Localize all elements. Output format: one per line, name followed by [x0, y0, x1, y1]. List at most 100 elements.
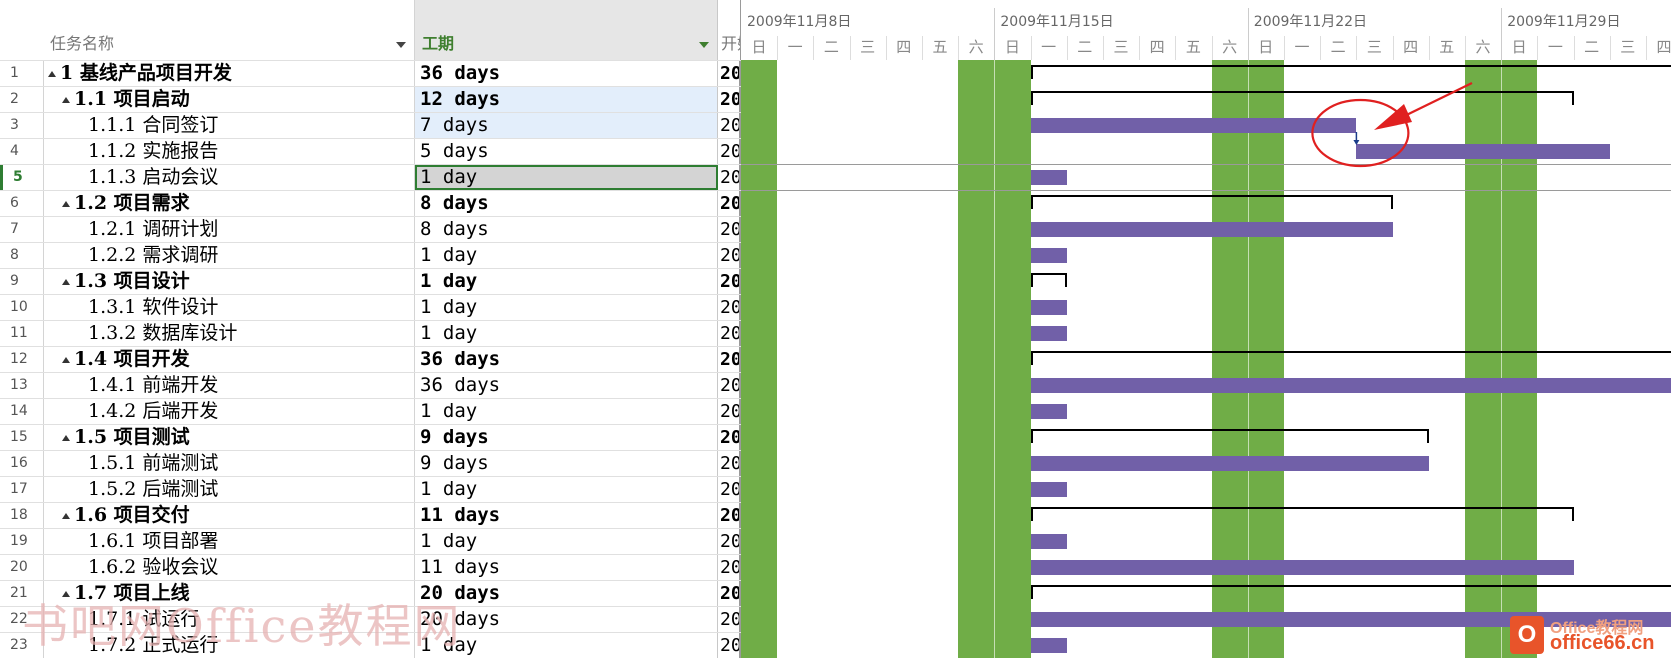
row-number[interactable]: 13 — [0, 373, 44, 398]
task-row[interactable]: 17 1.5.2 后端测试 1 day2009 — [0, 476, 741, 502]
task-name-cell[interactable]: 1.6.2 验收会议 — [44, 555, 415, 580]
task-row[interactable]: 7 1.2.1 调研计划 8 days2009 — [0, 216, 741, 242]
start-cell[interactable]: 2009 — [718, 503, 741, 528]
start-cell[interactable]: 2009 — [718, 529, 741, 554]
row-number[interactable]: 6 — [0, 191, 44, 216]
start-cell[interactable]: 2009 — [718, 243, 741, 268]
collapse-triangle-icon[interactable] — [62, 513, 70, 519]
task-row[interactable]: 20 1.6.2 验收会议 11 days2009 — [0, 554, 741, 580]
task-name-cell[interactable]: 1 基线产品项目开发 — [44, 61, 415, 86]
duration-cell[interactable]: 20 days — [415, 607, 718, 632]
row-number[interactable]: 23 — [0, 633, 44, 658]
duration-cell[interactable]: 1 day — [415, 243, 718, 268]
start-cell[interactable]: 2009 — [718, 113, 741, 138]
row-number[interactable]: 12 — [0, 347, 44, 372]
task-name-cell[interactable]: 1.1.2 实施报告 — [44, 139, 415, 164]
start-cell[interactable]: 2009 — [718, 581, 741, 606]
task-name-cell[interactable]: 1.3.2 数据库设计 — [44, 321, 415, 346]
task-name-cell[interactable]: 1.7 项目上线 — [44, 581, 415, 606]
collapse-triangle-icon[interactable] — [62, 435, 70, 441]
duration-cell[interactable]: 7 days — [415, 113, 718, 138]
start-cell[interactable]: 2009 — [718, 61, 741, 86]
duration-cell[interactable]: 9 days — [415, 451, 718, 476]
task-name-cell[interactable]: 1.7.2 正式运行 — [44, 633, 415, 658]
task-row[interactable]: 2 1.1 项目启动 12 days2009 — [0, 86, 741, 112]
task-name-cell[interactable]: 1.4.1 前端开发 — [44, 373, 415, 398]
duration-cell[interactable]: 8 days — [415, 217, 718, 242]
task-name-cell[interactable]: 1.1.3 启动会议 — [44, 165, 415, 190]
task-row[interactable]: 3 1.1.1 合同签订 7 days2009 — [0, 112, 741, 138]
collapse-triangle-icon[interactable] — [48, 71, 56, 77]
chevron-down-icon[interactable] — [699, 42, 709, 48]
collapse-triangle-icon[interactable] — [62, 97, 70, 103]
row-number[interactable]: 20 — [0, 555, 44, 580]
task-row[interactable]: 6 1.2 项目需求 8 days2009 — [0, 190, 741, 216]
row-number[interactable]: 11 — [0, 321, 44, 346]
gantt-timescale[interactable]: 2009年11月8日 2009年11月15日 2009年11月22日 2009年11月… — [741, 0, 1671, 60]
row-number[interactable]: 10 — [0, 295, 44, 320]
task-name-cell[interactable]: 1.1.1 合同签订 — [44, 113, 415, 138]
duration-cell[interactable]: 11 days — [415, 503, 718, 528]
task-name-cell[interactable]: 1.5.1 前端测试 — [44, 451, 415, 476]
task-name-cell[interactable]: 1.1 项目启动 — [44, 87, 415, 112]
row-number[interactable]: 4 — [0, 139, 44, 164]
task-name-cell[interactable]: 1.2 项目需求 — [44, 191, 415, 216]
duration-cell[interactable]: 8 days — [415, 191, 718, 216]
task-name-cell[interactable]: 1.6.1 项目部署 — [44, 529, 415, 554]
task-row[interactable]: 16 1.5.1 前端测试 9 days2009 — [0, 450, 741, 476]
start-cell[interactable]: 2009 — [718, 399, 741, 424]
collapse-triangle-icon[interactable] — [62, 591, 70, 597]
start-cell[interactable]: 2009 — [718, 607, 741, 632]
task-name-cell[interactable]: 1.3.1 软件设计 — [44, 295, 415, 320]
row-number[interactable]: 14 — [0, 399, 44, 424]
task-row[interactable]: 10 1.3.1 软件设计 1 day2009 — [0, 294, 741, 320]
duration-column-header[interactable]: 工期 — [415, 0, 718, 60]
task-row[interactable]: 21 1.7 项目上线 20 days2009 — [0, 580, 741, 606]
task-name-cell[interactable]: 1.7.1 试运行 — [44, 607, 415, 632]
task-name-cell[interactable]: 1.5.2 后端测试 — [44, 477, 415, 502]
task-row[interactable]: 23 1.7.2 正式运行 1 day2009 — [0, 632, 741, 658]
duration-cell[interactable]: 1 day — [415, 529, 718, 554]
row-number[interactable]: 9 — [0, 269, 44, 294]
duration-cell[interactable]: 9 days — [415, 425, 718, 450]
start-cell[interactable]: 2009 — [718, 425, 741, 450]
start-cell[interactable]: 2009 — [718, 269, 741, 294]
row-number[interactable]: 7 — [0, 217, 44, 242]
task-row[interactable]: 19 1.6.1 项目部署 1 day2009 — [0, 528, 741, 554]
duration-cell[interactable]: 36 days — [415, 347, 718, 372]
duration-cell[interactable]: 1 day — [415, 321, 718, 346]
task-name-cell[interactable]: 1.5 项目测试 — [44, 425, 415, 450]
collapse-triangle-icon[interactable] — [62, 357, 70, 363]
task-name-cell[interactable]: 1.4 项目开发 — [44, 347, 415, 372]
duration-cell[interactable]: 5 days — [415, 139, 718, 164]
task-row[interactable]: 12 1.4 项目开发 36 days2009 — [0, 346, 741, 372]
collapse-triangle-icon[interactable] — [62, 201, 70, 207]
duration-cell[interactable]: 1 day — [415, 633, 718, 658]
task-row[interactable]: 15 1.5 项目测试 9 days2009 — [0, 424, 741, 450]
task-row[interactable]: 1 1 基线产品项目开发 36 days2009 — [0, 60, 741, 86]
start-cell[interactable]: 2009 — [718, 165, 741, 190]
task-row[interactable]: 18 1.6 项目交付 11 days2009 — [0, 502, 741, 528]
start-cell[interactable]: 2009 — [718, 87, 741, 112]
duration-cell[interactable]: 36 days — [415, 61, 718, 86]
task-row[interactable]: 9 1.3 项目设计 1 day2009 — [0, 268, 741, 294]
row-number[interactable]: 19 — [0, 529, 44, 554]
task-name-cell[interactable]: 1.4.2 后端开发 — [44, 399, 415, 424]
duration-cell[interactable]: 12 days — [415, 87, 718, 112]
start-cell[interactable]: 2009 — [718, 555, 741, 580]
task-row[interactable]: 8 1.2.2 需求调研 1 day2009 — [0, 242, 741, 268]
duration-cell[interactable]: 20 days — [415, 581, 718, 606]
start-cell[interactable]: 2009 — [718, 373, 741, 398]
task-name-cell[interactable]: 1.2.1 调研计划 — [44, 217, 415, 242]
row-number[interactable]: 5 — [0, 165, 44, 190]
duration-cell[interactable]: 1 day — [415, 295, 718, 320]
task-name-cell[interactable]: 1.2.2 需求调研 — [44, 243, 415, 268]
task-row[interactable]: 4 1.1.2 实施报告 5 days2009 — [0, 138, 741, 164]
duration-cell[interactable]: 36 days — [415, 373, 718, 398]
task-row[interactable]: 13 1.4.1 前端开发 36 days2009 — [0, 372, 741, 398]
row-number[interactable]: 17 — [0, 477, 44, 502]
task-row[interactable]: 22 1.7.1 试运行 20 days2009 — [0, 606, 741, 632]
start-cell[interactable]: 2009 — [718, 217, 741, 242]
gantt-chart[interactable] — [741, 60, 1671, 658]
row-number[interactable]: 1 — [0, 61, 44, 86]
